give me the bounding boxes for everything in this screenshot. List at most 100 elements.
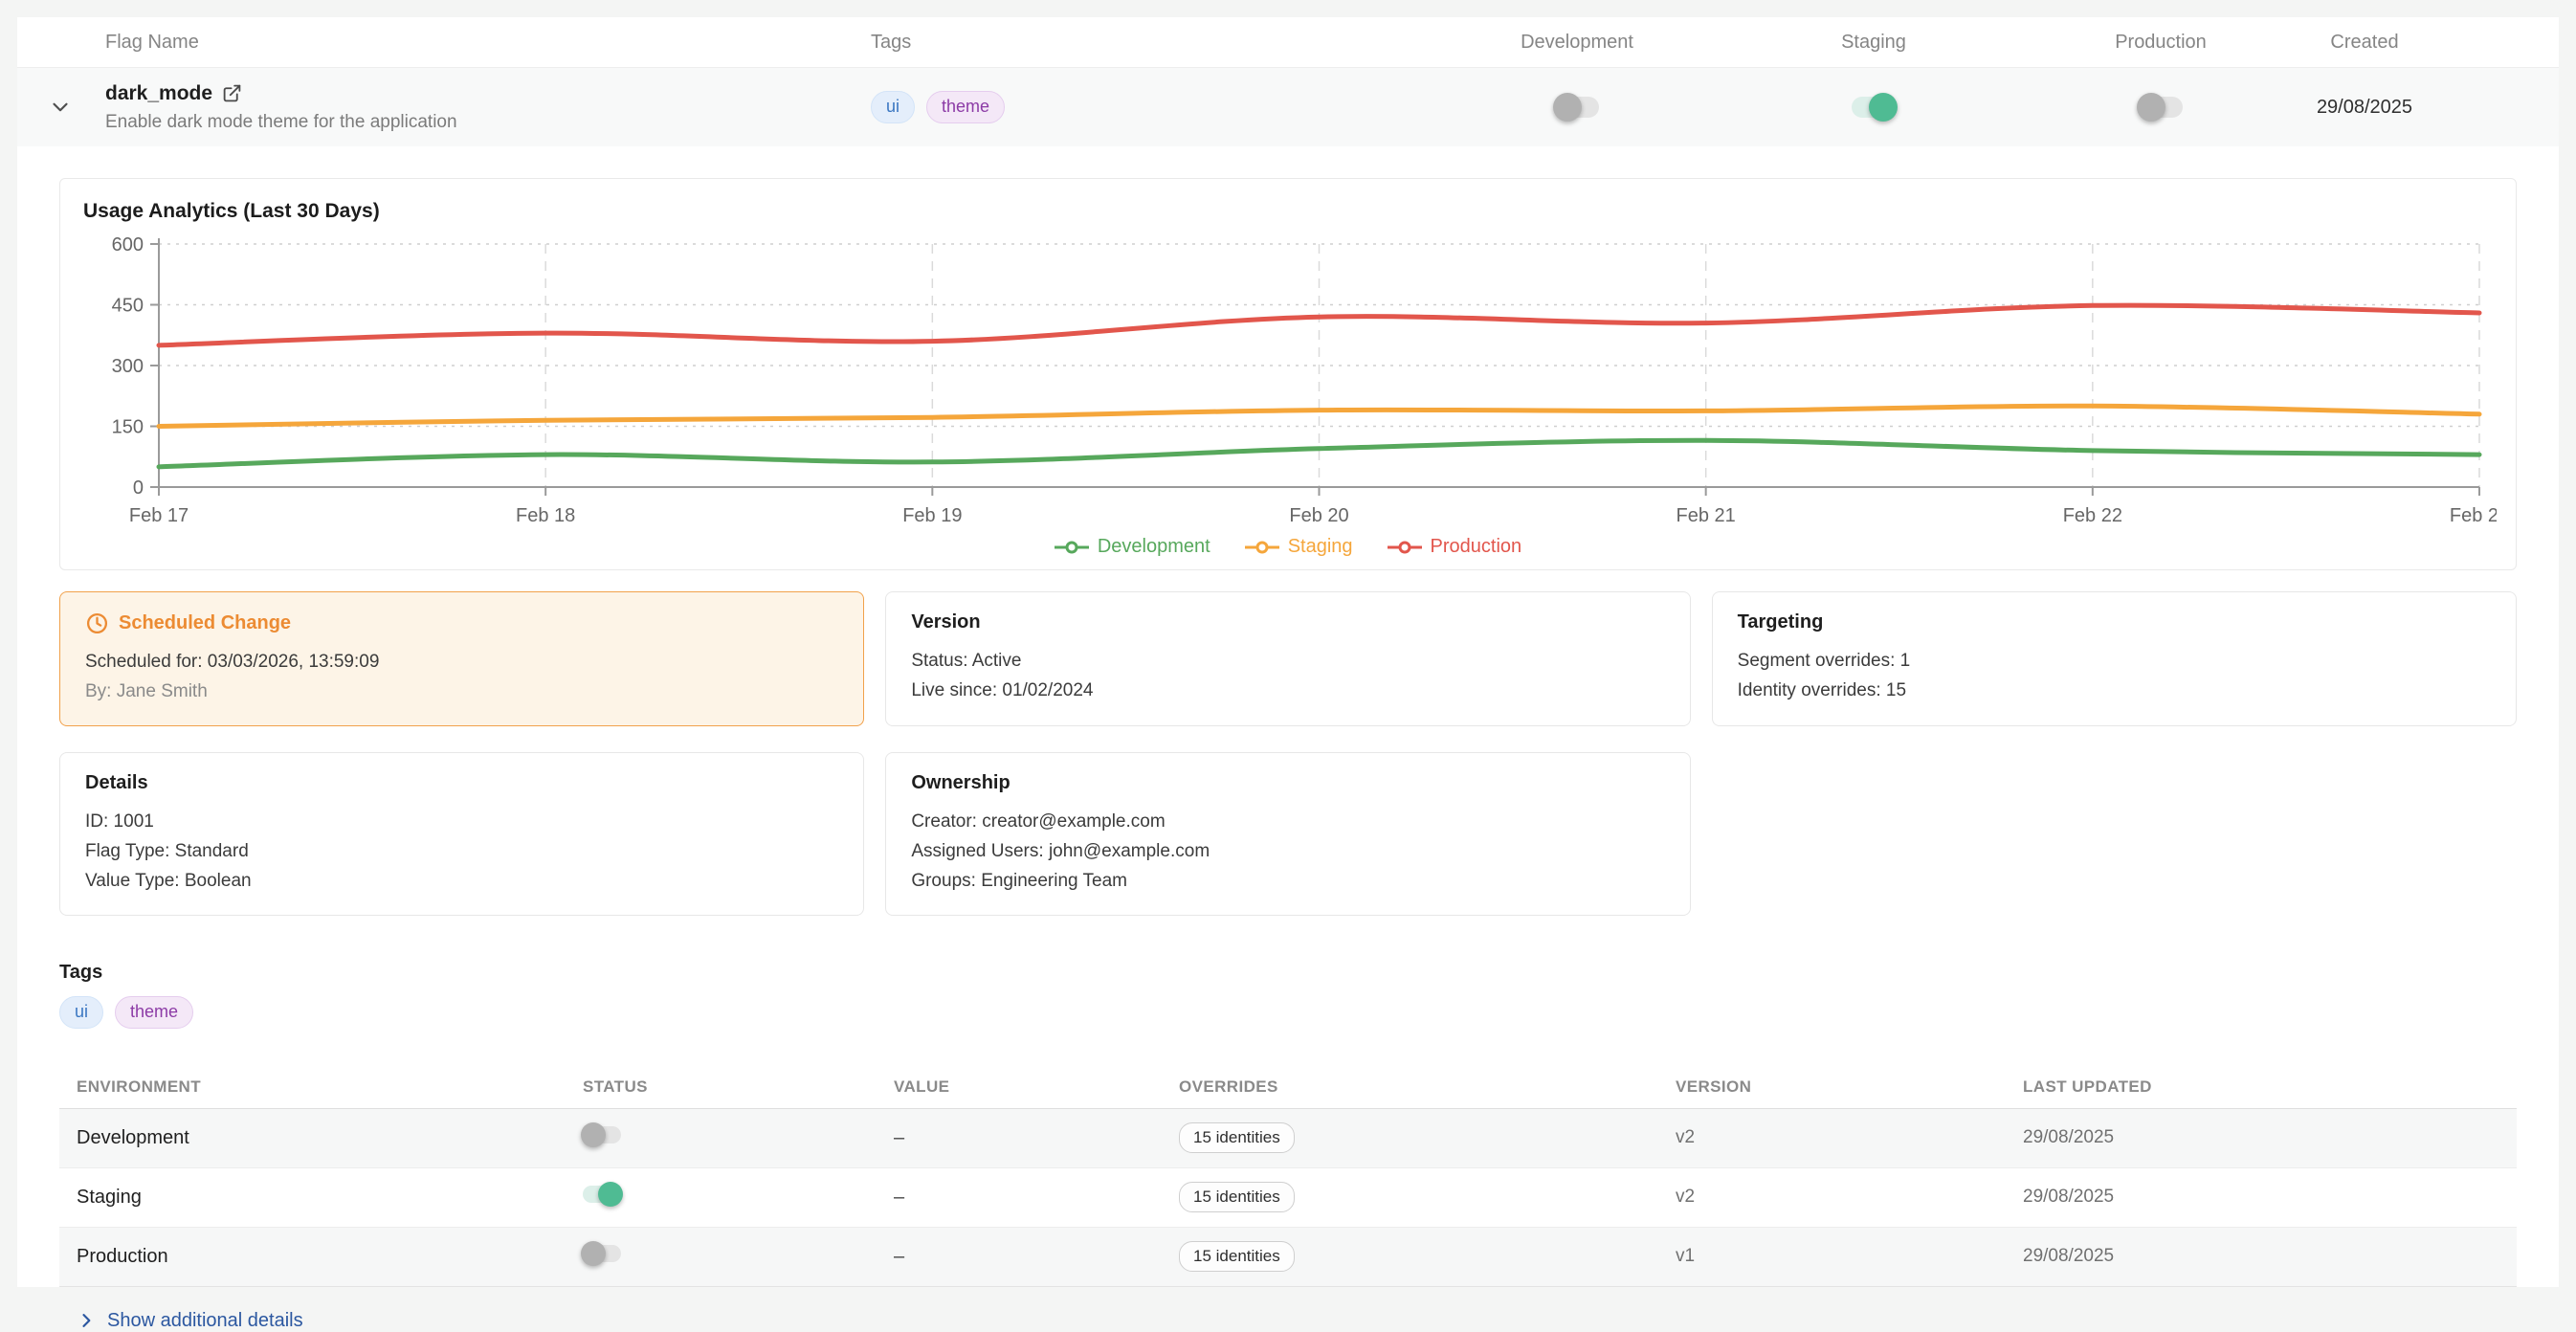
usage-analytics-chart: 0 150 300 450 600 Feb 17 Feb 18 Feb 19 Feb 20 Feb… xyxy=(60,231,2497,567)
development-toggle[interactable] xyxy=(1555,97,1599,118)
legend-marker-icon xyxy=(1245,540,1279,555)
env-version: v1 xyxy=(1676,1246,2023,1267)
svg-text:Feb 20: Feb 20 xyxy=(1289,505,1348,526)
ownership-assigned-users: Assigned Users: john@example.com xyxy=(911,836,1664,866)
identities-badge[interactable]: 15 identities xyxy=(1179,1122,1295,1153)
scheduled-change-title: Scheduled Change xyxy=(119,612,291,634)
svg-text:Feb 19: Feb 19 xyxy=(902,505,962,526)
env-version: v2 xyxy=(1676,1187,2023,1208)
env-last-updated: 29/08/2025 xyxy=(2023,1187,2517,1208)
ownership-groups: Groups: Engineering Team xyxy=(911,866,1664,896)
targeting-card-title: Targeting xyxy=(1738,611,2491,633)
table-row-production: Production – 15 identities v1 29/08/2025 xyxy=(59,1228,2517,1287)
environment-table-header: ENVIRONMENT STATUS VALUE OVERRIDES VERSI… xyxy=(59,1067,2517,1109)
legend-label: Staging xyxy=(1288,536,1353,558)
flag-detail-content: Usage Analytics (Last 30 Days) 0 150 300 45… xyxy=(17,178,2559,1332)
legend-marker-icon xyxy=(1388,540,1422,555)
flag-table-header: Flag Name Tags Development Staging Produ… xyxy=(17,17,2559,68)
tag-pill-ui: ui xyxy=(59,996,103,1029)
ownership-card-title: Ownership xyxy=(911,772,1664,794)
page: Flag Name Tags Development Staging Produ… xyxy=(0,0,2576,1313)
chevron-down-icon xyxy=(48,95,73,120)
flag-description: Enable dark mode theme for the applicati… xyxy=(105,112,850,133)
env-name: Staging xyxy=(77,1187,583,1209)
scheduled-by-text: By: Jane Smith xyxy=(85,677,838,706)
legend-label: Production xyxy=(1431,536,1522,558)
production-toggle[interactable] xyxy=(2139,97,2183,118)
svg-text:0: 0 xyxy=(133,477,144,499)
svg-text:Feb 17: Feb 17 xyxy=(129,505,189,526)
chart-legend: Development Staging Production xyxy=(60,536,2516,558)
svg-text:600: 600 xyxy=(112,234,144,255)
svg-text:450: 450 xyxy=(112,296,144,317)
legend-marker-icon xyxy=(1055,540,1089,555)
legend-item-production: Production xyxy=(1388,536,1522,558)
svg-text:Feb 21: Feb 21 xyxy=(1677,505,1736,526)
development-status-toggle[interactable] xyxy=(583,1126,621,1143)
ownership-card: Ownership Creator: creator@example.com A… xyxy=(885,752,1690,916)
external-link-icon[interactable] xyxy=(222,83,242,103)
production-status-toggle[interactable] xyxy=(583,1245,621,1262)
identities-badge[interactable]: 15 identities xyxy=(1179,1182,1295,1212)
details-card: Details ID: 1001 Flag Type: Standard Val… xyxy=(59,752,864,916)
env-col-version: VERSION xyxy=(1676,1077,2023,1097)
env-value: – xyxy=(894,1187,1179,1209)
svg-text:Feb 18: Feb 18 xyxy=(516,505,575,526)
env-overrides-cell: 15 identities xyxy=(1179,1241,1676,1272)
svg-text:300: 300 xyxy=(112,356,144,377)
env-status-cell xyxy=(583,1245,894,1268)
identities-badge[interactable]: 15 identities xyxy=(1179,1241,1295,1272)
tag-pill-theme: theme xyxy=(926,91,1005,123)
env-value: – xyxy=(894,1246,1179,1268)
col-staging: Staging xyxy=(1730,32,2017,54)
svg-text:Feb 22: Feb 22 xyxy=(2063,505,2122,526)
details-id: ID: 1001 xyxy=(85,807,838,836)
col-flag-name: Flag Name xyxy=(103,32,850,54)
env-last-updated: 29/08/2025 xyxy=(2023,1127,2517,1148)
svg-text:150: 150 xyxy=(112,417,144,438)
info-cards-row-2: Details ID: 1001 Flag Type: Standard Val… xyxy=(59,752,2517,916)
table-row-development: Development – 15 identities v2 29/08/202… xyxy=(59,1109,2517,1168)
col-production: Production xyxy=(2017,32,2304,54)
ownership-creator: Creator: creator@example.com xyxy=(911,807,1664,836)
tag-pill-theme: theme xyxy=(115,996,193,1029)
info-cards-row-1: Scheduled Change Scheduled for: 03/03/20… xyxy=(59,591,2517,726)
env-name: Production xyxy=(77,1246,583,1268)
chart-title: Usage Analytics (Last 30 Days) xyxy=(83,200,2516,223)
scheduled-for-text: Scheduled for: 03/03/2026, 13:59:09 xyxy=(85,647,838,677)
details-flag-type: Flag Type: Standard xyxy=(85,836,838,866)
show-additional-details-link[interactable]: Show additional details xyxy=(77,1310,303,1332)
segment-overrides: Segment overrides: 1 xyxy=(1738,646,2491,676)
flag-row: dark_mode Enable dark mode theme for the… xyxy=(17,68,2559,146)
flag-name-cell: dark_mode Enable dark mode theme for the… xyxy=(103,82,850,133)
version-card-title: Version xyxy=(911,611,1664,633)
environment-table: ENVIRONMENT STATUS VALUE OVERRIDES VERSI… xyxy=(59,1067,2517,1287)
col-tags: Tags xyxy=(850,32,1424,54)
tags-section: Tags ui theme xyxy=(59,962,2517,1029)
env-value: – xyxy=(894,1127,1179,1149)
tags-section-title: Tags xyxy=(59,962,2517,984)
staging-status-toggle[interactable] xyxy=(583,1186,621,1203)
tag-pill-ui: ui xyxy=(871,91,915,123)
expand-flag-button[interactable] xyxy=(17,95,103,120)
development-toggle-cell xyxy=(1424,97,1730,118)
legend-item-development: Development xyxy=(1055,536,1210,558)
env-col-status: STATUS xyxy=(583,1077,894,1097)
env-col-overrides: OVERRIDES xyxy=(1179,1077,1676,1097)
col-development: Development xyxy=(1424,32,1730,54)
chevron-right-icon xyxy=(77,1311,96,1330)
staging-toggle[interactable] xyxy=(1852,97,1896,118)
env-status-cell xyxy=(583,1186,894,1209)
created-date: 29/08/2025 xyxy=(2304,97,2559,119)
version-card: Version Status: Active Live since: 01/02… xyxy=(885,591,1690,726)
env-last-updated: 29/08/2025 xyxy=(2023,1246,2517,1267)
usage-analytics-card: Usage Analytics (Last 30 Days) 0 150 300 45… xyxy=(59,178,2517,570)
targeting-card: Targeting Segment overrides: 1 Identity … xyxy=(1712,591,2517,726)
flag-name-link[interactable]: dark_mode xyxy=(105,82,212,105)
env-overrides-cell: 15 identities xyxy=(1179,1122,1676,1153)
env-version: v2 xyxy=(1676,1127,2023,1148)
details-card-title: Details xyxy=(85,772,838,794)
version-status: Status: Active xyxy=(911,646,1664,676)
env-name: Development xyxy=(77,1127,583,1149)
staging-toggle-cell xyxy=(1730,97,2017,118)
